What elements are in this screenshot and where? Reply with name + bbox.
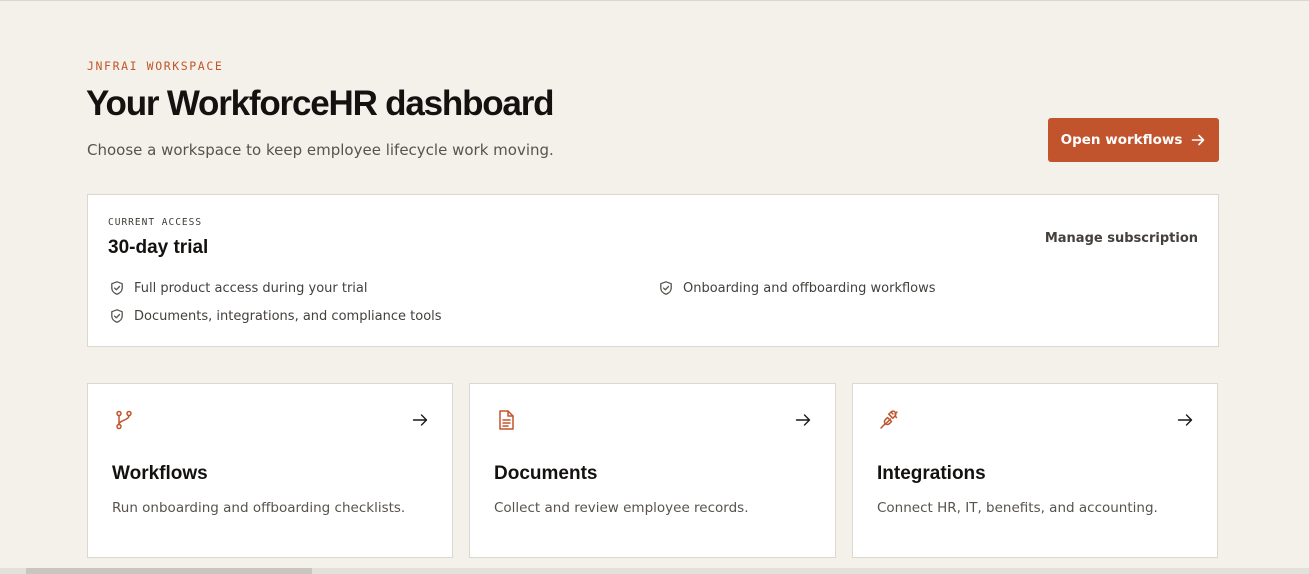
feature-item: Onboarding and offboarding workflows [658,280,936,296]
tile-title: Workflows [112,463,208,484]
feature-item: Documents, integrations, and compliance … [109,308,442,324]
open-workflows-button[interactable]: Open workflows [1048,118,1219,162]
feature-item: Full product access during your trial [109,280,368,296]
feature-label: Documents, integrations, and compliance … [134,308,442,324]
tile-title: Integrations [877,463,986,484]
arrow-right-icon[interactable] [794,411,812,429]
horizontal-scrollbar[interactable] [0,568,1309,574]
arrow-right-icon[interactable] [1176,411,1194,429]
current-access-card: CURRENT ACCESS 30-day trial Manage subsc… [87,194,1219,347]
feature-label: Full product access during your trial [134,280,368,296]
manage-subscription-link[interactable]: Manage subscription [1045,231,1198,246]
file-text-icon [495,409,517,431]
git-branch-icon [113,409,135,431]
tile-description: Collect and review employee records. [494,500,749,516]
shield-check-icon [658,280,674,296]
plug-icon [878,409,900,431]
shield-check-icon [109,308,125,324]
workspace-eyebrow: JNFRAI WORKSPACE [87,59,224,73]
page-title: Your WorkforceHR dashboard [86,84,554,123]
open-workflows-label: Open workflows [1060,132,1183,148]
access-eyebrow: CURRENT ACCESS [108,217,203,228]
tile-description: Connect HR, IT, benefits, and accounting… [877,500,1158,516]
workflows-tile[interactable]: Workflows Run onboarding and offboarding… [87,383,453,558]
tile-title: Documents [494,463,598,484]
documents-tile[interactable]: Documents Collect and review employee re… [469,383,836,558]
top-divider [0,0,1309,1]
feature-label: Onboarding and offboarding workflows [683,280,936,296]
plan-title: 30-day trial [108,237,209,258]
arrow-right-icon [1190,132,1206,148]
scrollbar-thumb[interactable] [26,568,312,574]
shield-check-icon [109,280,125,296]
arrow-right-icon[interactable] [411,411,429,429]
page-subtitle: Choose a workspace to keep employee life… [87,141,554,159]
integrations-tile[interactable]: Integrations Connect HR, IT, benefits, a… [852,383,1218,558]
tile-description: Run onboarding and offboarding checklist… [112,500,406,516]
